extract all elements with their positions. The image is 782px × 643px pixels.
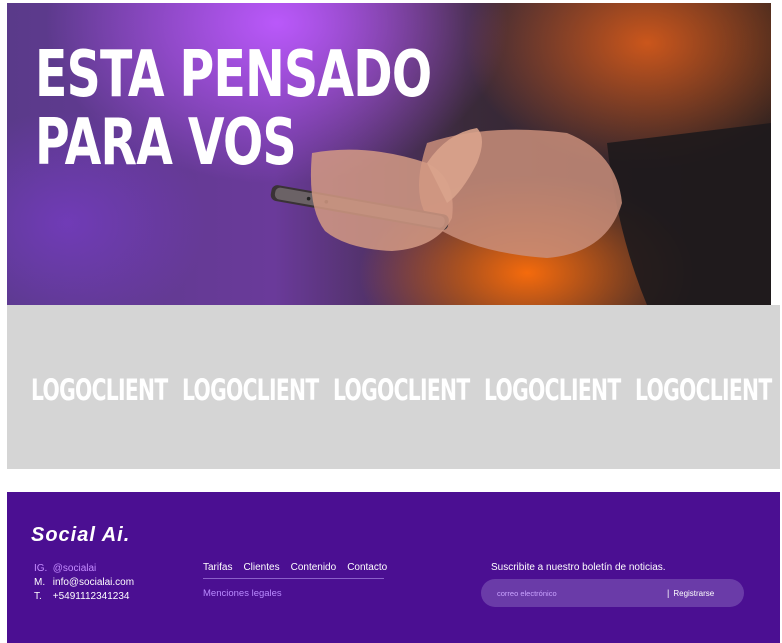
brand-logo[interactable]: Social Ai. — [31, 524, 130, 547]
hero-title: ESTA PENSADO PARA VOS — [35, 38, 432, 180]
footer-nav: Tarifas Clientes Contenido Contacto — [203, 562, 387, 579]
footer-links: Tarifas Clientes Contenido Contacto Menc… — [203, 562, 387, 599]
client-logos-strip: LOGOCLIENT LOGOCLIENT LOGOCLIENT LOGOCLI… — [7, 305, 780, 469]
footer: Social Ai. IG. @socialai M. info@sociala… — [7, 492, 780, 643]
legal-link[interactable]: Menciones legales — [203, 588, 384, 599]
client-logo: LOGOCLIENT — [333, 373, 470, 407]
nav-link-clientes[interactable]: Clientes — [243, 562, 279, 573]
hero-banner: ESTA PENSADO PARA VOS — [7, 3, 771, 305]
newsletter-title: Suscribite a nuestro boletín de noticias… — [491, 562, 666, 573]
nav-link-tarifas[interactable]: Tarifas — [203, 562, 232, 573]
contact-info: IG. @socialai M. info@socialai.com T. +5… — [34, 562, 134, 604]
phone-link[interactable]: +5491112341234 — [53, 591, 130, 602]
instagram-label: IG. — [34, 563, 48, 574]
instagram-link[interactable]: @socialai — [53, 563, 97, 574]
email-link[interactable]: info@socialai.com — [53, 577, 134, 588]
email-input[interactable] — [495, 587, 659, 599]
client-logo: LOGOCLIENT — [31, 373, 168, 407]
nav-link-contenido[interactable]: Contenido — [291, 562, 337, 573]
client-logo: LOGOCLIENT — [484, 373, 621, 407]
mail-label: M. — [34, 577, 46, 588]
register-button[interactable]: Registrarse — [673, 589, 714, 598]
client-logo: LOGOCLIENT — [635, 373, 772, 407]
separator: | — [667, 588, 670, 598]
phone-label: T. — [34, 591, 42, 602]
newsletter-form: | Registrarse — [481, 579, 744, 607]
client-logo: LOGOCLIENT — [182, 373, 319, 407]
nav-link-contacto[interactable]: Contacto — [347, 562, 387, 573]
